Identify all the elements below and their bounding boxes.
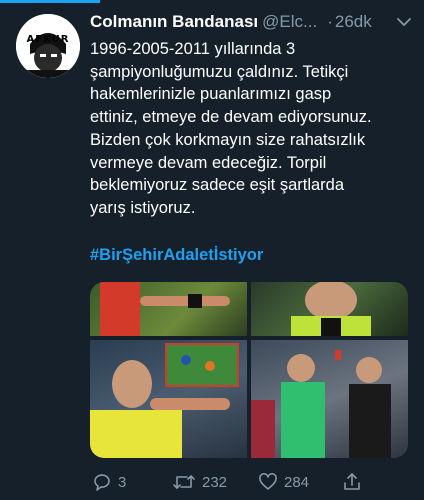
reply-button[interactable]: 3 (92, 470, 126, 494)
retweet-button[interactable]: 232 (172, 470, 227, 494)
author-handle[interactable]: @Elc... (262, 12, 317, 31)
media-image-1[interactable] (90, 282, 247, 336)
tweet-line: vermeye devam edeceğiz. Torpil (90, 153, 327, 172)
hashtag-link[interactable]: #BirŞehirAdaletİstiyor (90, 246, 263, 265)
retweet-icon (173, 475, 195, 489)
avatar-image (16, 14, 80, 78)
retweet-count: 232 (202, 473, 228, 491)
media-grid[interactable] (90, 282, 408, 458)
tweet-line: 1996-2005-2011 yıllarında 3 (90, 40, 296, 58)
avatar[interactable]: AFKUR (16, 14, 80, 78)
heart-icon (259, 473, 277, 490)
separator-dot: · (327, 12, 333, 31)
reply-icon (94, 474, 110, 491)
media-image-4[interactable] (251, 340, 408, 458)
media-image-3[interactable] (90, 340, 247, 458)
tweet-line: yarış istiyoruz. (90, 198, 196, 217)
chevron-down-icon[interactable] (394, 12, 414, 32)
tweet-line: beklemiyoruz sadece eşit şartlarda (90, 176, 345, 195)
tweet-header: Colmanın Bandanası @Elc... · 26dk (90, 12, 410, 36)
tweet-line: hakemlerinizle puanlarımızı gasp (90, 85, 332, 104)
tweet-line: şampiyonluğumuzu çaldınız. Tetikçi (90, 62, 349, 81)
timestamp[interactable]: 26dk (335, 12, 372, 31)
like-count: 284 (284, 473, 310, 491)
top-accent-bar (0, 0, 100, 3)
share-icon (344, 473, 360, 490)
like-button[interactable]: 284 (258, 470, 309, 494)
author-name[interactable]: Colmanın Bandanası (90, 12, 258, 31)
tweet-actions: 3 232 284 (90, 470, 410, 494)
tweet-line: ettiniz, etmeye de devam ediyorsunuz. (90, 108, 372, 127)
tweet-line: Bizden çok korkmayın size rahatsızlık (90, 130, 366, 149)
tweet-text: 1996-2005-2011 yıllarında 3 şampiyonluğu… (90, 38, 416, 220)
share-button[interactable] (342, 470, 362, 494)
reply-count: 3 (118, 473, 127, 491)
avatar-logo-text: AFKUR (26, 34, 70, 45)
media-image-2[interactable] (251, 282, 408, 336)
